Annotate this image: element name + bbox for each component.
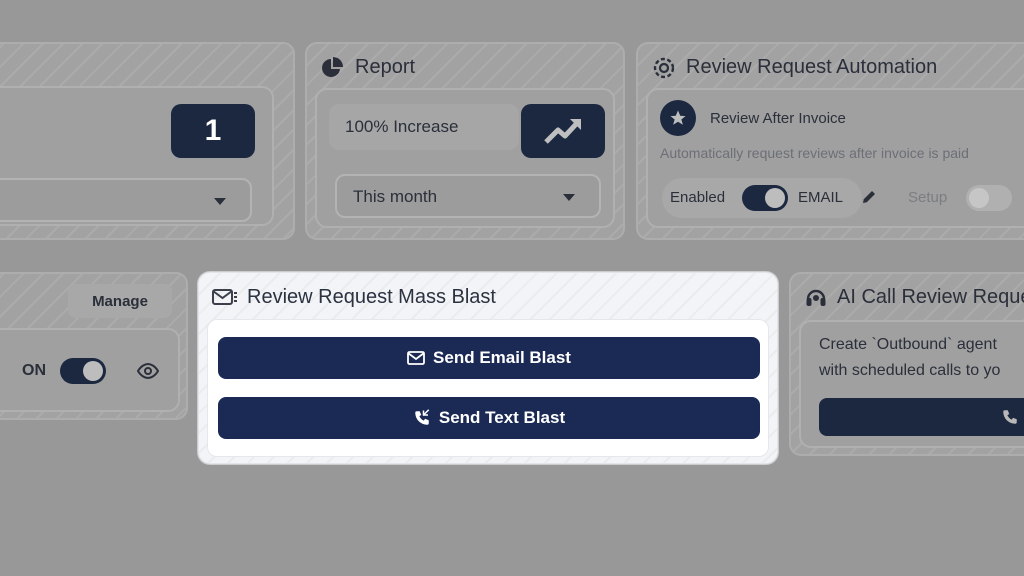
increase-text: 100% Increase (345, 117, 459, 136)
mail-stack-icon (212, 287, 238, 312)
phone-icon (1003, 410, 1017, 424)
edit-pencil-icon[interactable] (860, 188, 878, 211)
mass-blast-card: Review Request Mass Blast Send Email Bla… (198, 272, 778, 464)
report-title: Report (355, 56, 416, 78)
manage-button-label: Manage (92, 292, 148, 310)
send-email-blast-button[interactable]: Send Email Blast (218, 337, 760, 379)
send-text-blast-button[interactable]: Send Text Blast (218, 397, 760, 439)
setup-toggle[interactable] (966, 185, 1012, 211)
trend-badge (521, 104, 605, 158)
count-card-body: 1 (0, 86, 274, 226)
manage-button[interactable]: Manage (68, 284, 172, 318)
pie-chart-icon (320, 56, 344, 85)
period-select-value: This month (353, 187, 438, 206)
count-value: 1 (204, 114, 222, 147)
phone-outgoing-icon (413, 409, 431, 427)
setup-label: Setup (908, 189, 948, 206)
automation-item: Review After Invoice Automatically reque… (646, 88, 1024, 228)
period-select[interactable]: This month (335, 174, 601, 218)
mail-icon (407, 351, 425, 365)
ai-call-button[interactable] (819, 398, 1024, 436)
ai-call-body: Create `Outbound` agent with scheduled c… (799, 320, 1024, 448)
ai-call-desc-line1: Create `Outbound` agent (819, 336, 997, 353)
channel-label: EMAIL (798, 189, 844, 206)
on-toggle[interactable] (60, 358, 106, 384)
increase-field: 100% Increase (329, 104, 519, 150)
trending-up-icon (544, 119, 581, 144)
report-card: Report 100% Increase This month (305, 42, 625, 240)
on-label: ON (22, 362, 46, 379)
chevron-down-icon (214, 198, 226, 205)
gear-icon (652, 56, 676, 85)
mass-blast-panel: Send Email Blast Send Text Blast (207, 319, 769, 457)
eye-icon[interactable] (136, 360, 160, 387)
chevron-down-icon (563, 194, 575, 201)
enabled-label: Enabled (670, 189, 726, 206)
automation-card: Review Request Automation Review After I… (636, 42, 1024, 240)
automation-item-desc: Automatically request reviews after invo… (660, 145, 969, 161)
left-lower-card: Manage ON (0, 272, 188, 420)
count-badge: 1 (171, 104, 255, 158)
star-badge-icon (660, 100, 696, 136)
enabled-toggle[interactable] (742, 185, 788, 211)
automation-title: Review Request Automation (686, 56, 938, 78)
ai-call-title: AI Call Review Reque (837, 286, 1024, 308)
count-card: 1 (0, 42, 295, 240)
report-body: 100% Increase This month (315, 88, 615, 228)
count-select[interactable] (0, 178, 252, 222)
mass-blast-title: Review Request Mass Blast (247, 286, 496, 308)
left-lower-body: ON (0, 328, 180, 412)
send-email-blast-label: Send Email Blast (433, 348, 571, 367)
ai-call-card: AI Call Review Reque Create `Outbound` a… (789, 272, 1024, 456)
enabled-pill: Enabled EMAIL (662, 178, 875, 218)
send-text-blast-label: Send Text Blast (438, 408, 566, 427)
automation-item-title: Review After Invoice (710, 110, 846, 127)
headset-icon (804, 286, 828, 315)
ai-call-desc-line2: with scheduled calls to yo (819, 362, 1001, 379)
